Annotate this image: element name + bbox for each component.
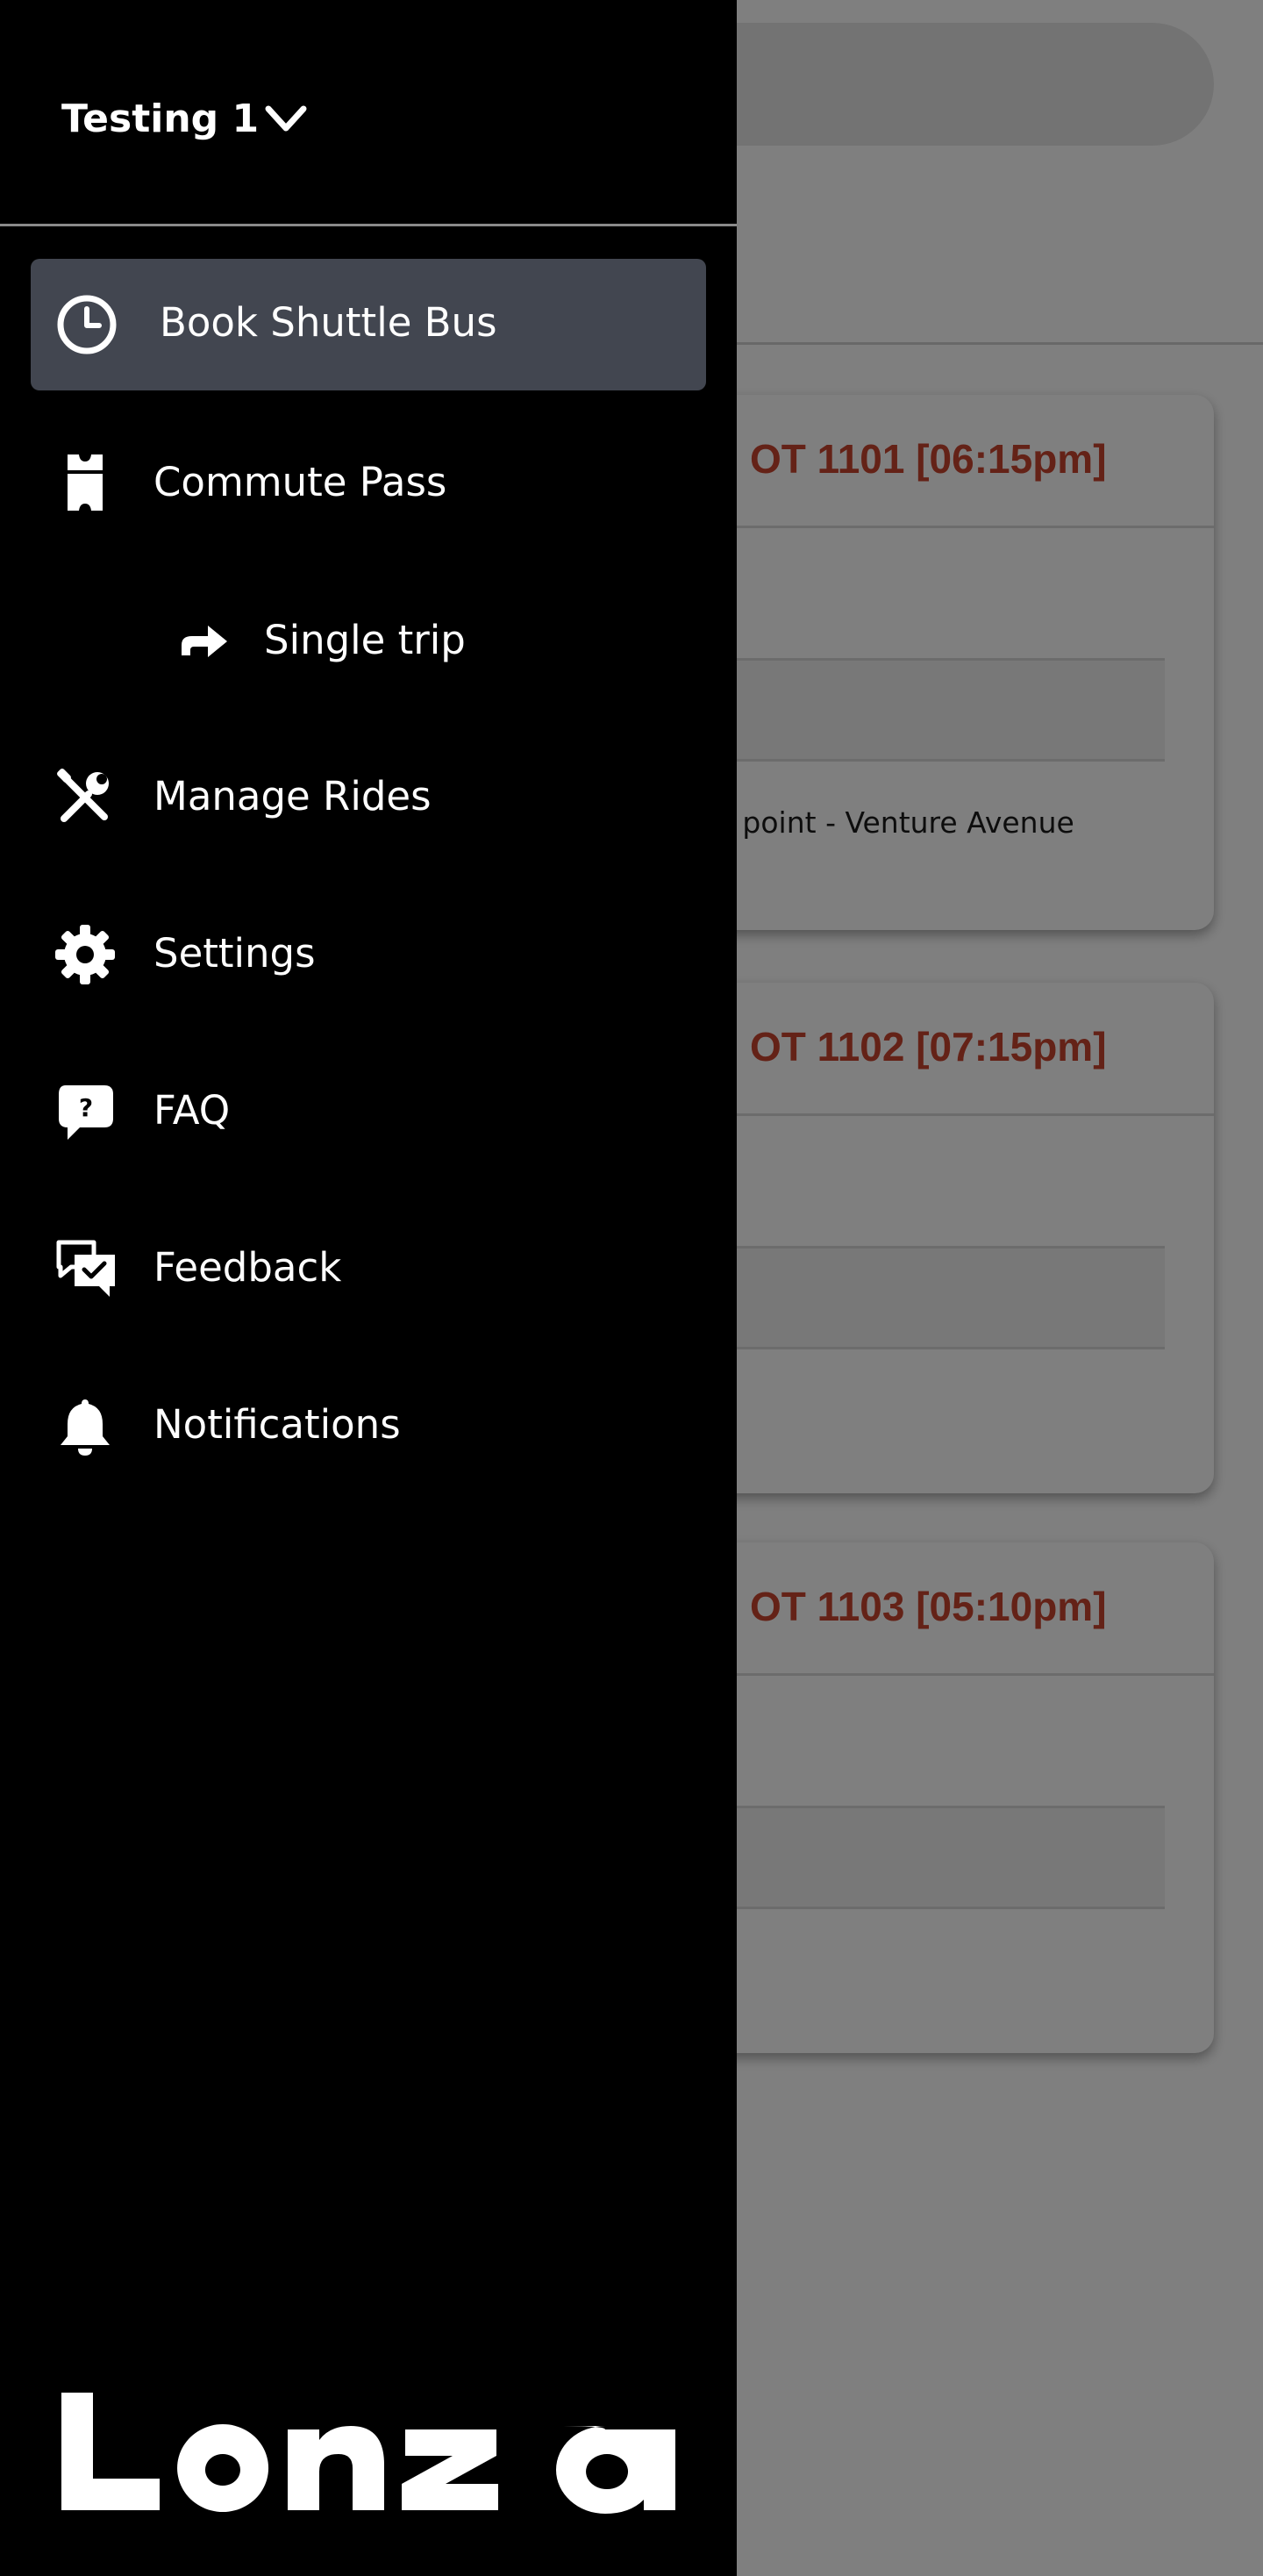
menu-item-book-shuttle-bus[interactable]: Book Shuttle Bus bbox=[31, 259, 706, 390]
menu-item-notifications[interactable]: Notifications bbox=[31, 1361, 706, 1492]
menu-item-faq[interactable]: ? FAQ bbox=[31, 1047, 706, 1178]
question-bubble-icon: ? bbox=[54, 1080, 117, 1143]
menu-label: Feedback bbox=[153, 1244, 342, 1291]
menu-item-manage-rides[interactable]: Manage Rides bbox=[31, 733, 706, 864]
feedback-icon bbox=[54, 1237, 117, 1300]
svg-text:?: ? bbox=[79, 1093, 93, 1122]
menu-item-single-trip[interactable]: Single trip bbox=[31, 576, 706, 707]
menu-label: Notifications bbox=[153, 1401, 401, 1448]
menu-label: Commute Pass bbox=[153, 459, 447, 505]
gear-icon bbox=[54, 923, 117, 986]
menu-label: Single trip bbox=[264, 617, 466, 663]
menu-item-settings[interactable]: Settings bbox=[31, 890, 706, 1021]
menu-label: FAQ bbox=[153, 1087, 231, 1134]
account-name[interactable]: Testing 1 bbox=[61, 97, 259, 141]
menu-label: Manage Rides bbox=[153, 773, 432, 819]
arrow-right-icon bbox=[173, 610, 236, 673]
chevron-down-icon[interactable] bbox=[263, 102, 309, 137]
clock-icon bbox=[55, 293, 118, 356]
tools-icon bbox=[54, 766, 117, 829]
menu-item-commute-pass[interactable]: Commute Pass bbox=[31, 419, 706, 550]
menu-label: Settings bbox=[153, 930, 316, 977]
bell-icon bbox=[54, 1394, 117, 1457]
menu-label: Book Shuttle Bus bbox=[160, 299, 497, 346]
ticket-icon bbox=[54, 451, 117, 514]
drawer-header: Testing 1 bbox=[0, 0, 737, 226]
menu-item-feedback[interactable]: Feedback bbox=[31, 1204, 706, 1335]
lonza-logo bbox=[61, 2393, 675, 2514]
navigation-drawer: Testing 1 Book Shuttle Bus Commute Pass bbox=[0, 0, 737, 2576]
